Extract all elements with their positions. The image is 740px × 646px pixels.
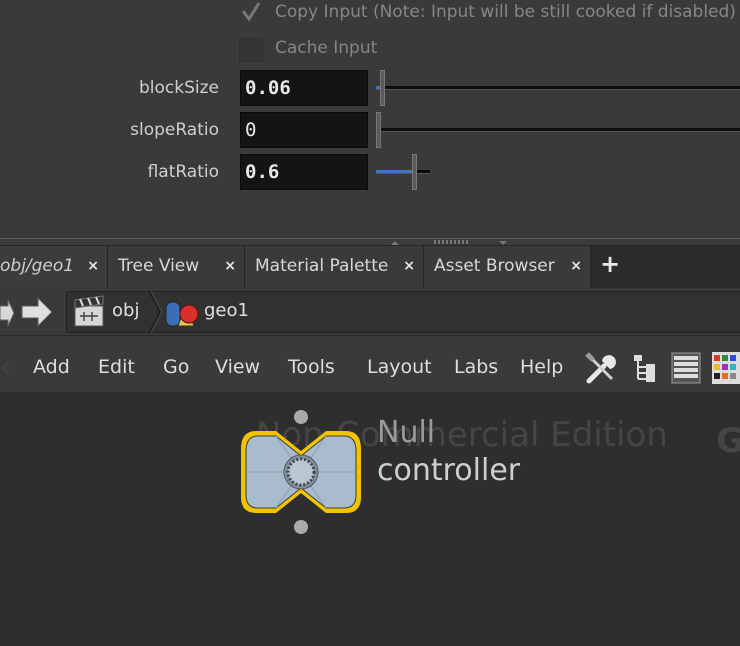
menu-add[interactable]: Add	[33, 356, 70, 378]
cache-input-label: Cache Input	[275, 38, 378, 58]
slider-handle[interactable]	[376, 112, 381, 148]
back-arrow-icon[interactable]	[0, 298, 14, 328]
menu-help[interactable]: Help	[520, 356, 563, 378]
flat-ratio-field[interactable]: 0.6	[240, 154, 368, 190]
tab-label: Asset Browser	[434, 256, 555, 276]
flat-ratio-slider[interactable]	[376, 154, 430, 190]
slope-ratio-label: slopeRatio	[130, 120, 219, 140]
menu-layout[interactable]: Layout	[367, 356, 432, 378]
color-palette-icon[interactable]	[712, 352, 740, 384]
menu-labs[interactable]: Labs	[454, 356, 498, 378]
add-tab-button[interactable]: +	[600, 250, 620, 278]
breadcrumb-geo1[interactable]: geo1	[204, 300, 249, 321]
tree-view-icon[interactable]	[632, 353, 658, 383]
block-size-field[interactable]: 0.06	[240, 70, 368, 106]
drag-handle-icon[interactable]	[434, 240, 470, 244]
tools-wrench-icon[interactable]	[584, 351, 620, 385]
slider-track	[376, 128, 740, 132]
close-icon[interactable]: ×	[403, 246, 415, 286]
slider-handle[interactable]	[380, 70, 385, 106]
checkmark-icon	[241, 2, 261, 22]
slider-fill	[376, 170, 412, 173]
tab-asset-browser[interactable]: Asset Browser ×	[424, 246, 591, 288]
pane-divider[interactable]	[0, 238, 740, 246]
node-output-connector[interactable]	[294, 520, 308, 534]
menu-scroll-left-icon[interactable]	[0, 362, 10, 374]
slider-track	[376, 86, 740, 90]
menu-go[interactable]: Go	[163, 356, 189, 378]
copy-input-checkbox[interactable]	[239, 0, 263, 24]
breadcrumb-obj[interactable]: obj	[112, 300, 139, 321]
tab-tree-view[interactable]: Tree View ×	[108, 246, 245, 288]
menu-view[interactable]: View	[215, 356, 260, 378]
tab-material-palette[interactable]: Material Palette ×	[245, 246, 424, 288]
pane-tab-bar: obj/geo1 × Tree View × Material Palette …	[0, 246, 740, 288]
list-view-icon[interactable]	[671, 352, 701, 384]
block-size-slider[interactable]	[376, 70, 740, 106]
node-type-label: Null	[377, 415, 436, 450]
close-icon[interactable]: ×	[87, 246, 99, 286]
slider-handle[interactable]	[412, 154, 417, 190]
close-icon[interactable]: ×	[224, 246, 236, 286]
breadcrumb-separator-icon	[148, 291, 162, 333]
obj-context-icon	[72, 294, 106, 330]
slope-ratio-field[interactable]: 0	[240, 112, 368, 148]
tab-network-geo1[interactable]: obj/geo1 ×	[0, 246, 108, 288]
watermark-right: G	[716, 421, 740, 461]
forward-arrow-icon[interactable]	[20, 296, 54, 328]
copy-input-label: Copy Input (Note: Input will be still co…	[275, 2, 736, 22]
null-node[interactable]	[236, 409, 366, 537]
close-icon[interactable]: ×	[570, 246, 582, 286]
null-node-icon	[241, 431, 361, 513]
tab-label: Tree View	[118, 256, 200, 276]
tab-label: obj/geo1	[0, 256, 75, 276]
parameter-pane: Copy Input (Note: Input will be still co…	[0, 0, 740, 238]
menu-edit[interactable]: Edit	[98, 356, 135, 378]
geometry-icon	[164, 296, 200, 330]
network-editor[interactable]: Non-Commercial Edition G Null controller	[0, 393, 740, 646]
tab-label: Material Palette	[255, 256, 389, 276]
block-size-label: blockSize	[138, 78, 219, 98]
flat-ratio-label: flatRatio	[147, 162, 219, 182]
node-name-label[interactable]: controller	[377, 453, 520, 488]
menu-tools[interactable]: Tools	[288, 356, 335, 378]
node-input-connector[interactable]	[294, 410, 308, 424]
slope-ratio-slider[interactable]	[376, 112, 740, 148]
cache-input-checkbox[interactable]	[239, 38, 263, 62]
